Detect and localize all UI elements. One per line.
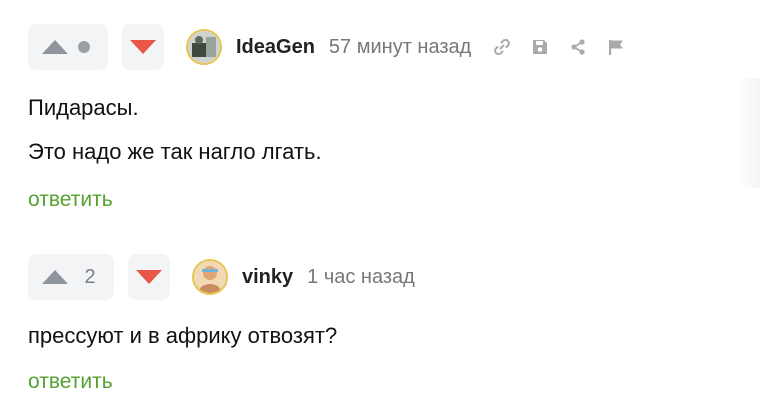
vote-up-icon[interactable] xyxy=(42,270,68,284)
avatar[interactable] xyxy=(186,29,222,65)
comment-header: 2 vinky 1 час назад xyxy=(28,254,760,300)
comment: 2 vinky 1 час назад прессуют и в африку … xyxy=(28,254,760,394)
comment-time[interactable]: 57 минут назад xyxy=(329,36,471,59)
vote-down-button[interactable] xyxy=(128,254,170,300)
rating-box xyxy=(28,24,108,70)
username[interactable]: IdeaGen xyxy=(236,36,315,59)
comment-text: Пидарасы. xyxy=(28,95,139,120)
vote-down-icon[interactable] xyxy=(136,270,162,284)
link-icon[interactable] xyxy=(493,38,511,56)
flag-icon[interactable] xyxy=(607,38,625,56)
vote-up-icon[interactable] xyxy=(42,40,68,54)
comment-header: IdeaGen 57 минут назад xyxy=(28,24,760,70)
comment: IdeaGen 57 минут назад Пидарасы. Это над… xyxy=(28,24,760,212)
vote-down-button[interactable] xyxy=(122,24,164,70)
avatar[interactable] xyxy=(192,259,228,295)
share-icon[interactable] xyxy=(569,38,587,56)
username[interactable]: vinky xyxy=(242,266,293,289)
save-icon[interactable] xyxy=(531,38,549,56)
reply-link[interactable]: ответить xyxy=(28,370,113,394)
comment-time[interactable]: 1 час назад xyxy=(307,266,415,289)
rating-dot-icon xyxy=(78,41,90,53)
reply-link[interactable]: ответить xyxy=(28,188,113,212)
comment-actions xyxy=(493,38,625,56)
rating-count: 2 xyxy=(84,265,96,288)
vote-down-icon[interactable] xyxy=(130,40,156,54)
comment-text: прессуют и в африку отвозят? xyxy=(28,323,338,348)
comment-text: Это надо же так нагло лгать. xyxy=(28,139,322,164)
rating-box: 2 xyxy=(28,254,114,300)
side-panel-edge xyxy=(738,78,760,188)
